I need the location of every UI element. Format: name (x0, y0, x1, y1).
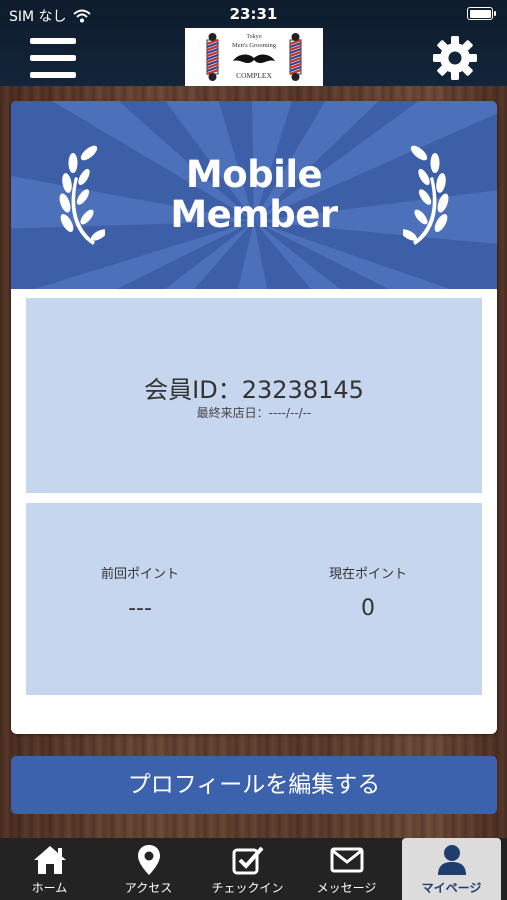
banner-title: Mobile Member (11, 155, 497, 235)
user-icon (437, 845, 466, 875)
checkbox-icon (232, 846, 263, 875)
tab-home-label: ホーム (31, 881, 68, 895)
tab-access[interactable]: アクセス (99, 838, 198, 900)
menu-bar-icon (30, 72, 76, 78)
points-panel: 前回ポイント --- 現在ポイント 0 (26, 503, 482, 695)
menu-bar-icon (30, 38, 76, 44)
tab-message-label: メッセージ (316, 881, 377, 895)
barber-pole-icon (289, 33, 302, 81)
battery-icon (467, 7, 496, 20)
tab-mypage-label: マイページ (421, 881, 482, 895)
tab-message[interactable]: メッセージ (297, 838, 396, 900)
logo-text-complex: COMPLEX (236, 71, 272, 80)
tab-checkin-label: チェックイン (211, 881, 284, 895)
member-id-panel: 会員ID：23238145 最終来店日：----/--/-- (26, 298, 482, 493)
tab-home[interactable]: ホーム (0, 838, 99, 900)
app-header: SIM なし 23:31 Tokyo Men's Grooming COMPLE… (0, 0, 507, 86)
logo-text-tokyo: Tokyo (246, 34, 261, 40)
edit-profile-button[interactable]: プロフィールを編集する (11, 756, 497, 814)
member-card: Mobile Member 会員ID：23238145 最終来店日：----/-… (11, 101, 497, 734)
tab-checkin[interactable]: チェックイン (198, 838, 297, 900)
envelope-icon (330, 847, 363, 873)
tab-mypage[interactable]: マイページ (402, 838, 501, 900)
status-bar: SIM なし 23:31 (0, 0, 507, 28)
home-icon (33, 846, 66, 874)
shop-logo[interactable]: Tokyo Men's Grooming COMPLEX (185, 28, 323, 86)
barber-pole-icon (206, 33, 219, 81)
last-visit-date: 最終来店日：----/--/-- (196, 406, 312, 420)
status-time: 23:31 (229, 5, 278, 23)
tab-bar: ホーム アクセス チェックイン メッセージ マイページ (0, 838, 507, 900)
previous-points-value: --- (128, 596, 152, 621)
current-points-label: 現在ポイント (328, 567, 407, 582)
member-id: 会員ID：23238145 (144, 376, 364, 404)
member-banner: Mobile Member (11, 101, 497, 289)
current-points: 現在ポイント 0 (254, 563, 482, 621)
banner-title-line2: Member (170, 193, 338, 236)
menu-bar-icon (30, 55, 76, 61)
hamburger-menu-button[interactable] (30, 38, 76, 78)
tab-access-label: アクセス (124, 881, 173, 895)
previous-points-label: 前回ポイント (100, 567, 179, 582)
map-pin-icon (137, 845, 160, 875)
previous-points: 前回ポイント --- (26, 563, 254, 621)
current-points-value: 0 (361, 596, 375, 621)
mustache-icon (233, 54, 275, 63)
gear-icon[interactable] (431, 34, 479, 82)
logo-text-grooming: Men's Grooming (232, 42, 277, 49)
banner-title-line1: Mobile (185, 153, 323, 196)
